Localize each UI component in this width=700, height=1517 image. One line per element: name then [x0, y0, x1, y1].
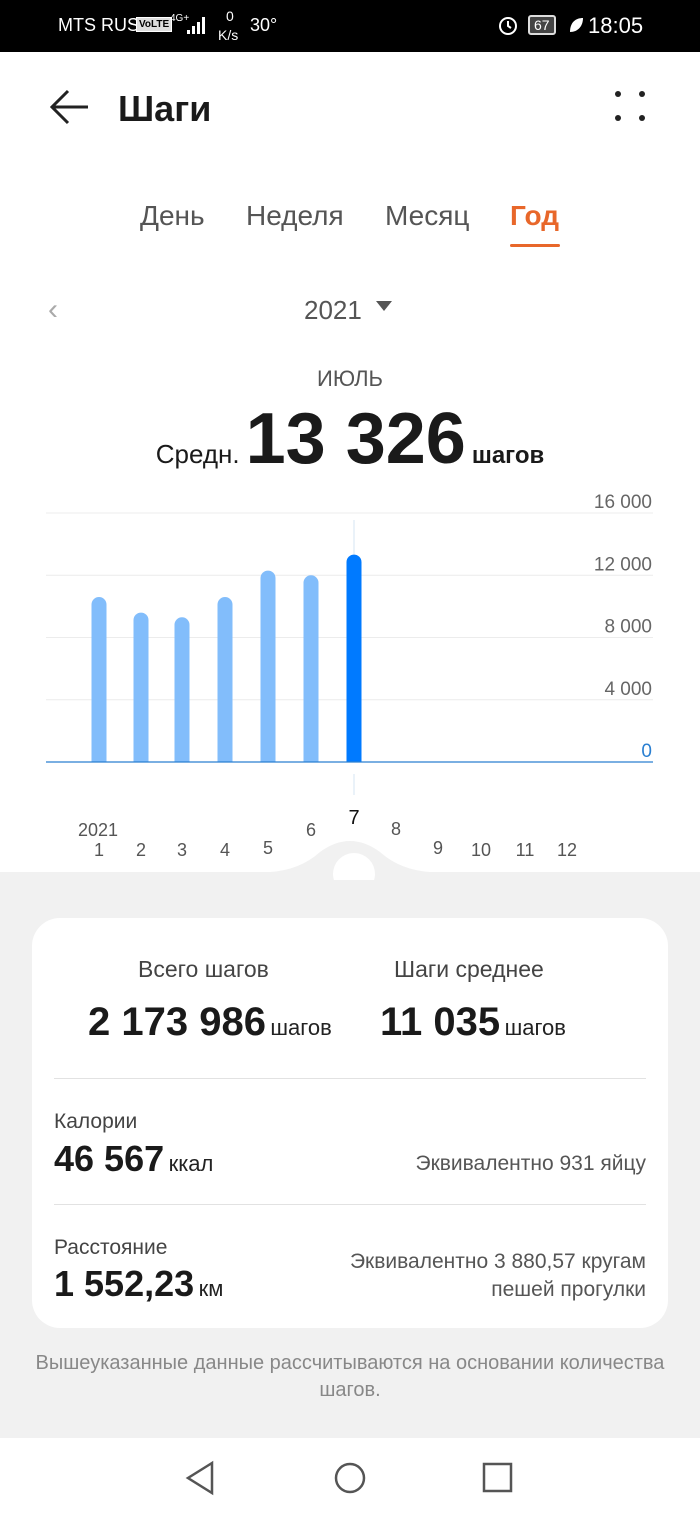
x-tick-label: 10 — [471, 840, 491, 860]
signal-icon — [186, 14, 208, 41]
alarm-icon — [497, 14, 519, 41]
calories-unit: ккал — [168, 1151, 214, 1176]
tab-year[interactable]: Год — [510, 200, 559, 232]
more-menu-icon[interactable] — [610, 88, 650, 128]
previous-period-icon[interactable]: ‹ — [48, 293, 58, 327]
total-steps: 2 173 986 шагов — [88, 1000, 332, 1045]
x-tick-label: 9 — [433, 838, 443, 858]
distance-equivalent-line1: Эквивалентно 3 880,57 кругам — [349, 1250, 646, 1273]
x-tick-label: 5 — [263, 838, 273, 858]
steps-chart[interactable]: 04 0008 00012 00016 0001 2 3 4 567 89 10 11 1220… — [0, 480, 700, 880]
tab-indicator — [510, 244, 560, 247]
avg-steps-value: 11 035 — [380, 1000, 501, 1044]
bar-month-5 — [260, 570, 276, 769]
bar-month-1 — [91, 597, 107, 769]
tab-day[interactable]: День — [140, 200, 205, 232]
y-tick-label: 8 000 — [604, 617, 652, 638]
baseline-mask — [46, 762, 653, 774]
x-tick-label: 12 — [557, 840, 577, 860]
navigation-bar — [0, 1438, 700, 1517]
leaf-icon — [568, 16, 584, 39]
calories-value: 46 567 — [54, 1138, 165, 1179]
status-bar: MTS RUS VoLTE 4G+ 0 K/s 30° 67 18:05 — [0, 0, 700, 52]
calories-label: Калории — [54, 1110, 138, 1133]
total-steps-value: 2 173 986 — [88, 1000, 266, 1044]
avg-steps-label: Шаги среднее — [394, 956, 544, 982]
bar-month-3 — [174, 617, 190, 769]
carrier: MTS RUS — [58, 15, 139, 35]
x-tick-label: 11 — [516, 840, 535, 860]
x-tick-label: 7 — [348, 807, 359, 829]
bar-month-6 — [303, 575, 319, 769]
divider — [54, 1078, 646, 1079]
volte-badge: VoLTE — [136, 17, 173, 32]
stats-card: Всего шагов 2 173 986 шагов Шаги среднее… — [32, 918, 668, 1328]
average-summary: Средн.13 326 шагов — [0, 398, 700, 480]
footnote: Вышеуказанные данные рассчитываются на о… — [35, 1352, 665, 1401]
average-unit: шагов — [471, 442, 545, 469]
x-tick-label: 2 — [136, 840, 146, 860]
avg-steps-unit: шагов — [504, 1015, 566, 1040]
battery-level: 67 — [528, 15, 556, 35]
avg-steps: 11 035 шагов — [380, 1000, 566, 1045]
nav-home-icon[interactable] — [333, 1460, 367, 1496]
x-tick-label: 6 — [306, 820, 316, 840]
clock: 18:05 — [588, 13, 644, 38]
tab-month[interactable]: Месяц — [385, 200, 469, 232]
total-steps-label: Всего шагов — [138, 956, 269, 982]
temperature: 30° — [250, 15, 278, 35]
average-label: Средн. — [155, 439, 240, 469]
average-value: 13 326 — [245, 399, 466, 479]
bar-month-4 — [217, 597, 233, 769]
x-tick-label: 3 — [177, 840, 187, 860]
y-tick-label: 0 — [641, 741, 652, 762]
x-tick-label: 4 — [220, 840, 230, 860]
dropdown-triangle-icon[interactable] — [376, 301, 392, 311]
total-steps-unit: шагов — [270, 1015, 332, 1040]
y-tick-label: 12 000 — [594, 554, 652, 575]
distance-label: Расстояние — [54, 1236, 168, 1259]
speed-unit: K/s — [218, 27, 239, 43]
year-selector[interactable]: 2021 — [304, 295, 362, 326]
bar-month-7 — [346, 554, 362, 769]
speed-value: 0 — [226, 8, 234, 24]
tab-week[interactable]: Неделя — [246, 200, 344, 232]
nav-recents-icon[interactable] — [482, 1462, 514, 1494]
nav-back-icon[interactable] — [184, 1460, 218, 1496]
page-title: Шаги — [118, 88, 212, 129]
x-tick-label: 1 — [94, 840, 104, 860]
calories-equivalent: Эквивалентно 931 яйцу — [415, 1152, 646, 1175]
distance-equivalent-line2: пешей прогулки — [491, 1278, 646, 1301]
y-tick-label: 16 000 — [594, 492, 652, 513]
bar-month-2 — [133, 612, 149, 769]
distance-value: 1 552,23 — [54, 1263, 195, 1304]
distance-unit: км — [198, 1276, 224, 1301]
divider — [54, 1204, 646, 1205]
x-tick-label: 8 — [391, 819, 401, 839]
y-tick-label: 4 000 — [604, 679, 652, 700]
selected-month: ИЮЛЬ — [317, 366, 383, 391]
back-arrow-icon[interactable] — [48, 86, 92, 130]
distance: 1 552,23 км — [54, 1263, 223, 1305]
calories: 46 567 ккал — [54, 1138, 213, 1180]
x-year-label: 2021 — [78, 820, 118, 840]
